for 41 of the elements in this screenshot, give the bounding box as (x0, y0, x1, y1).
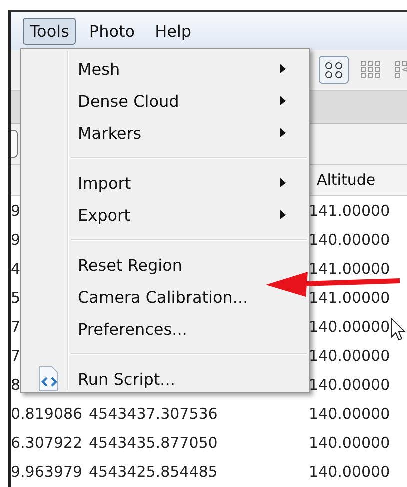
table-cell: 4543437.307536 (89, 404, 218, 422)
submenu-arrow-icon (280, 210, 286, 220)
table-cell: 7 (11, 346, 21, 364)
table-cell: 7 (11, 318, 21, 336)
table-cell: 140.00000 (309, 318, 390, 336)
table-cell: 8 (11, 376, 21, 394)
table-cell: 4543425.854485 (89, 462, 218, 480)
table-cell: 6.307922 (11, 434, 83, 452)
table-cell: 141.00000 (309, 288, 390, 306)
menu-item[interactable]: Export (21, 199, 309, 231)
menu-bar-item[interactable]: Photo (82, 18, 142, 44)
table-cell: 140.00000 (309, 346, 390, 364)
submenu-arrow-icon (280, 128, 286, 138)
table-cell: 4 (11, 260, 21, 278)
menu-item[interactable]: Markers (21, 117, 309, 149)
table-cell: 5 (11, 288, 21, 306)
menu-item[interactable]: Reset Region (21, 249, 309, 281)
submenu-arrow-icon (280, 64, 286, 74)
table-cell: 141.00000 (309, 202, 390, 220)
table-cell: 9 (11, 230, 21, 248)
menu-bar-item[interactable]: Help (148, 18, 199, 44)
table-cell: 4543435.877050 (89, 434, 218, 452)
menu-item[interactable]: Mesh (21, 53, 309, 85)
large-thumbnails-icon[interactable] (319, 56, 349, 84)
table-cell: 140.00000 (309, 230, 390, 248)
menu-item[interactable]: Import (21, 167, 309, 199)
table-cell: 140.00000 (309, 462, 390, 480)
table-cell: 9.963979 (11, 462, 83, 480)
table-cell: 141.00000 (309, 260, 390, 278)
submenu-arrow-icon (280, 96, 286, 106)
table-cell: 9 (11, 202, 21, 220)
menu-item[interactable]: Preferences... (21, 313, 309, 345)
menu-item[interactable]: Run Script... (21, 363, 309, 395)
table-cell: 0.819086 (11, 404, 83, 422)
menu-item[interactable]: Camera Calibration... (21, 281, 309, 313)
table-cell: 140.00000 (309, 376, 390, 394)
submenu-arrow-icon (280, 178, 286, 188)
menu-item[interactable]: Dense Cloud (21, 85, 309, 117)
menu-bar-item[interactable]: Tools (23, 18, 76, 44)
table-cell: 140.00000 (309, 404, 390, 422)
table-cell: 140.00000 (309, 434, 390, 452)
